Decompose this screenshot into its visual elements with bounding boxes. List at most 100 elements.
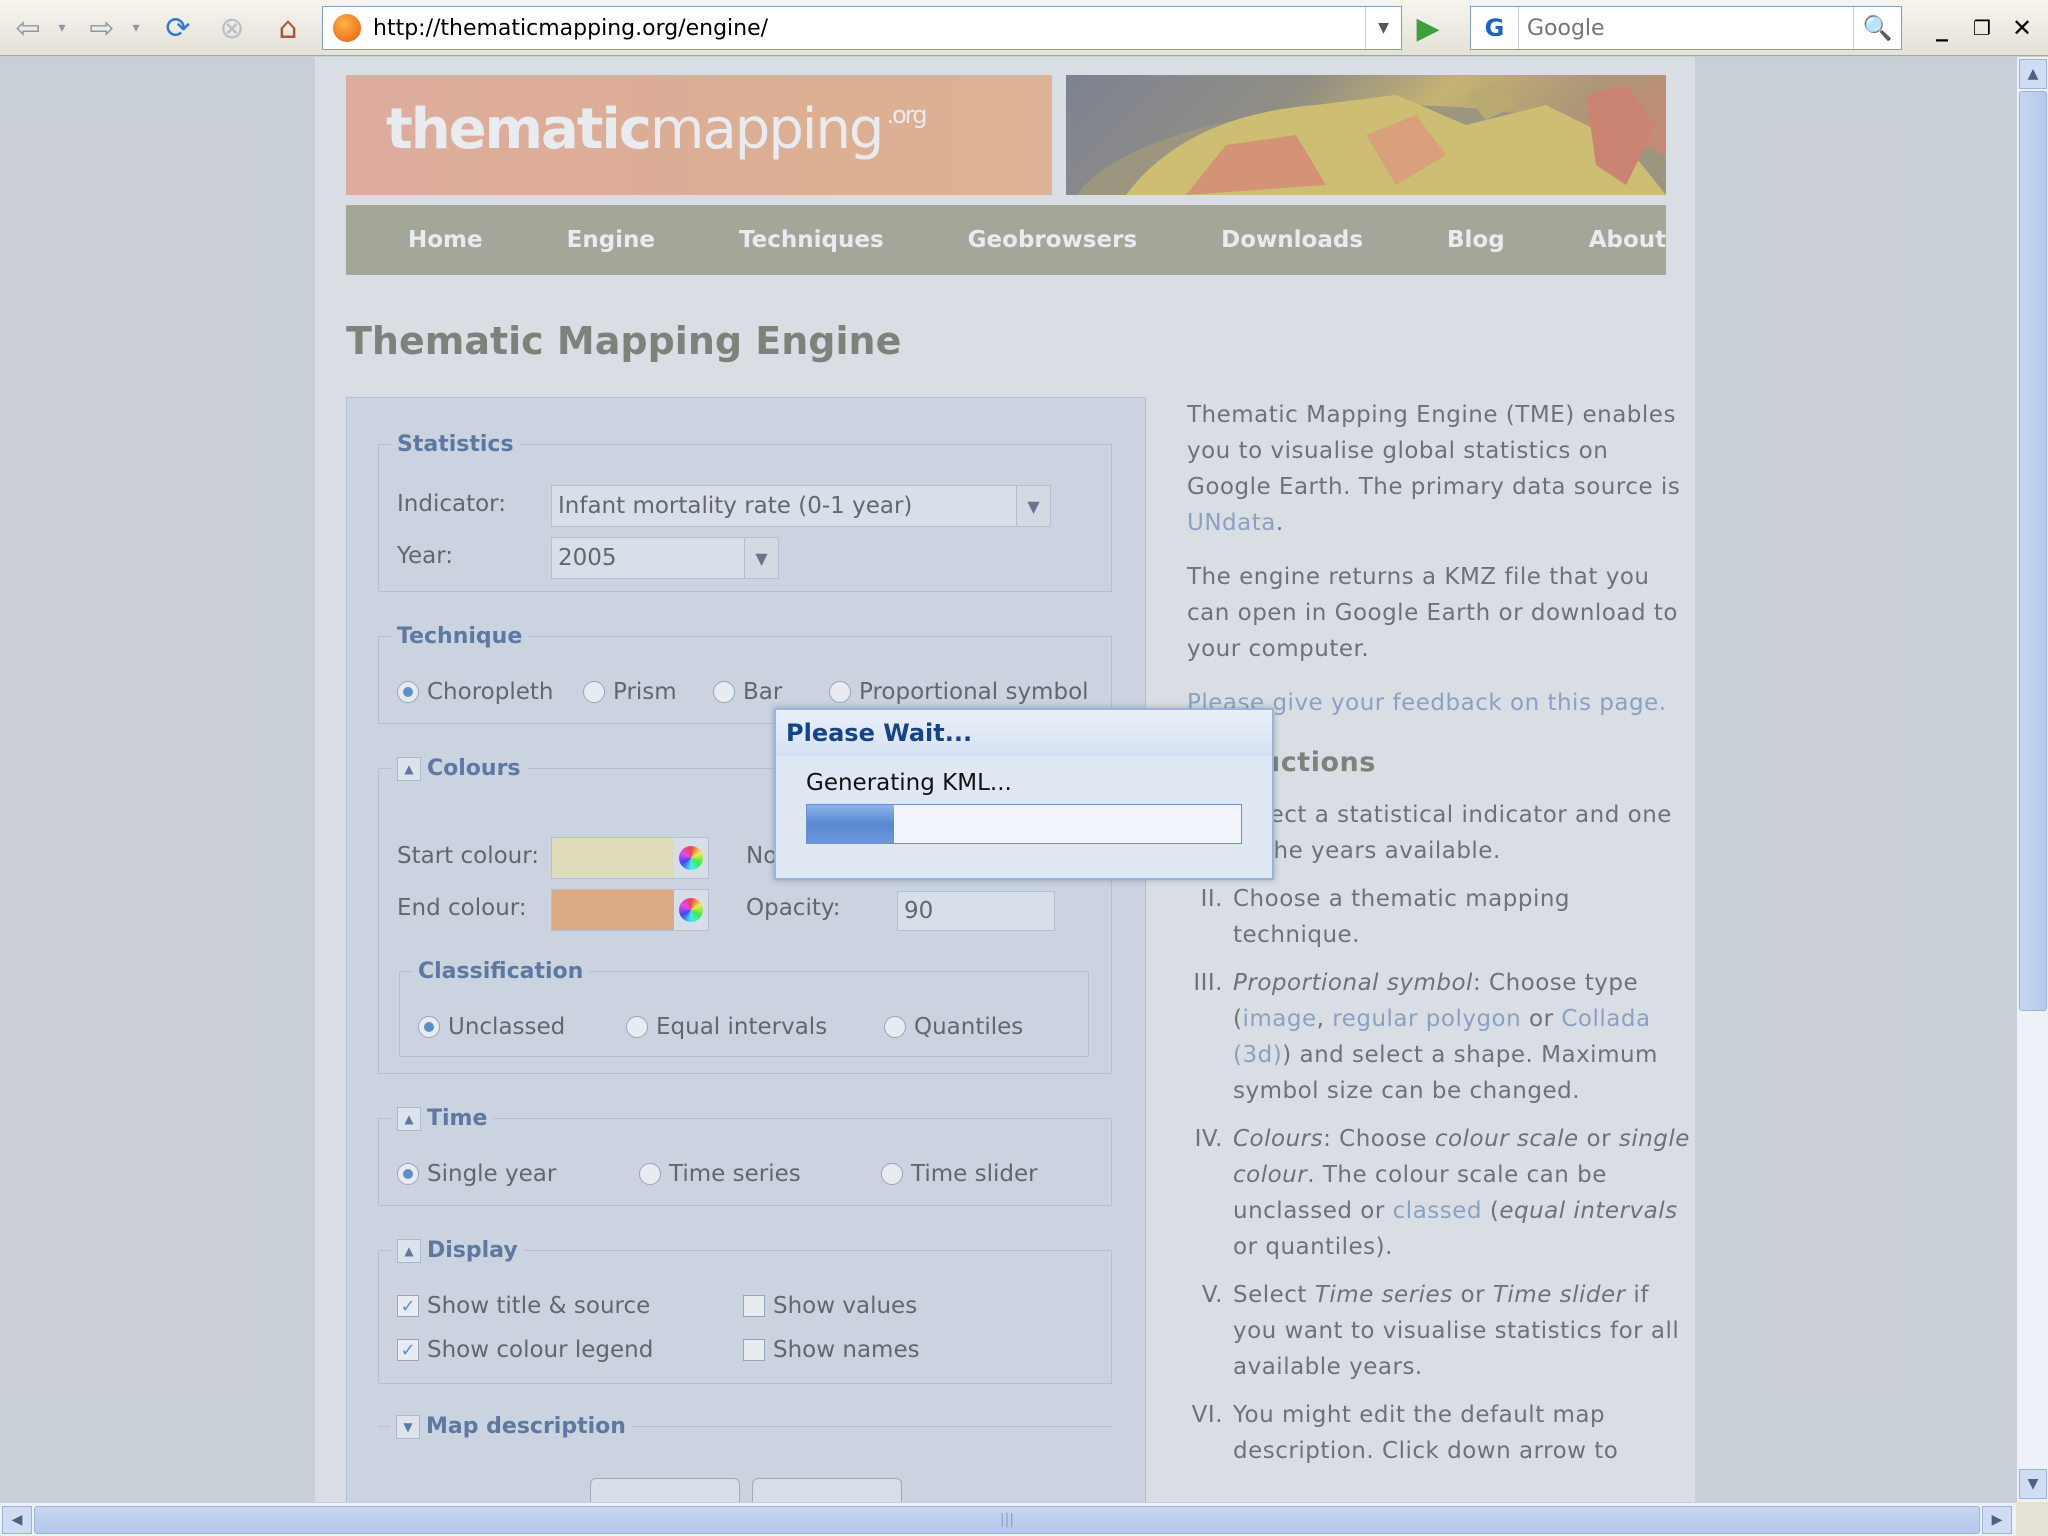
back-icon[interactable]: ⇦: [8, 10, 48, 46]
forward-icon[interactable]: ⇨: [82, 10, 122, 46]
nav-engine[interactable]: Engine: [567, 227, 655, 253]
engine-form: Statistics Indicator: Infant mortality r…: [346, 397, 1146, 1502]
regular-polygon-link[interactable]: regular polygon: [1332, 1006, 1521, 1032]
close-icon[interactable]: ✕: [2006, 12, 2038, 44]
dialog-title: Please Wait...: [776, 710, 1272, 756]
end-colour-picker[interactable]: [551, 889, 709, 931]
list-item: IV. Colours: Choose colour scale or singl…: [1194, 1126, 1690, 1260]
stop-icon[interactable]: ⊗: [212, 10, 252, 46]
kmz-paragraph: The engine returns a KMZ file that you c…: [1187, 564, 1678, 662]
technique-prism-radio[interactable]: Prism: [583, 679, 677, 705]
colours-legend[interactable]: ▲ Colours: [391, 756, 527, 781]
url-dropdown-icon[interactable]: ▼: [1365, 7, 1401, 49]
nav-geobrowsers[interactable]: Geobrowsers: [968, 227, 1137, 253]
browser-toolbar: ⇦ ▾ ⇨ ▾ ⟳ ⊗ ⌂ http://thematicmapping.org…: [0, 0, 2048, 56]
show-values-checkbox[interactable]: Show values: [743, 1293, 917, 1319]
page-title: Thematic Mapping Engine: [346, 319, 902, 363]
reset-button[interactable]: [752, 1478, 902, 1502]
collapse-up-icon: ▲: [397, 1107, 421, 1131]
site-logo[interactable]: thematicmapping .org: [386, 97, 927, 162]
please-wait-dialog: Please Wait... Generating KML...: [774, 708, 1274, 880]
progress-bar: [806, 804, 1242, 844]
horizontal-scroll-thumb[interactable]: |||: [34, 1506, 1980, 1534]
dialog-message: Generating KML...: [806, 770, 1012, 796]
end-colour-label: End colour:: [397, 895, 527, 921]
back-history-dropdown-icon[interactable]: ▾: [52, 10, 72, 46]
color-wheel-icon[interactable]: [674, 890, 708, 930]
search-bar[interactable]: G 🔍: [1470, 6, 1902, 50]
show-names-checkbox[interactable]: Show names: [743, 1337, 920, 1363]
search-input[interactable]: [1519, 15, 1853, 41]
show-title-checkbox[interactable]: ✓ Show title & source: [397, 1293, 650, 1319]
year-select[interactable]: 2005 ▼: [551, 537, 779, 579]
scroll-up-icon[interactable]: ▲: [2019, 59, 2047, 89]
scroll-right-icon[interactable]: ▶: [1982, 1506, 2012, 1534]
undata-link[interactable]: UNdata: [1187, 510, 1276, 536]
classification-equal-intervals-radio[interactable]: Equal intervals: [626, 1014, 827, 1040]
collapse-up-icon: ▲: [397, 1239, 421, 1263]
scroll-down-icon[interactable]: ▼: [2019, 1469, 2047, 1499]
display-legend[interactable]: ▲ Display: [391, 1238, 524, 1263]
time-series-radio[interactable]: Time series: [639, 1161, 801, 1187]
reload-icon[interactable]: ⟳: [158, 10, 198, 46]
chevron-down-icon[interactable]: ▼: [1016, 486, 1050, 526]
scrollbar-corner: [2016, 1502, 2048, 1536]
submit-button[interactable]: [590, 1478, 740, 1502]
globe-banner-image: [1066, 75, 1666, 195]
map-description-legend[interactable]: ▼ Map description: [390, 1414, 632, 1439]
time-fieldset: ▲ Time Single year Time series Time slide…: [378, 1106, 1112, 1206]
info-column: Thematic Mapping Engine (TME) enables yo…: [1187, 397, 1697, 1481]
site-favicon: [333, 14, 361, 42]
map-description-fieldset: ▼ Map description: [378, 1414, 1112, 1454]
search-engine-icon[interactable]: G: [1471, 7, 1519, 49]
end-colour-swatch[interactable]: [552, 890, 674, 930]
address-bar[interactable]: http://thematicmapping.org/engine/ ▼: [322, 6, 1402, 50]
indicator-label: Indicator:: [397, 491, 506, 517]
nav-blog[interactable]: Blog: [1447, 227, 1505, 253]
time-slider-radio[interactable]: Time slider: [881, 1161, 1038, 1187]
technique-legend: Technique: [397, 624, 523, 649]
technique-choropleth-radio[interactable]: Choropleth: [397, 679, 553, 705]
statistics-fieldset: Statistics Indicator: Infant mortality r…: [378, 432, 1112, 592]
site-navigation: Home Engine Techniques Geobrowsers Downl…: [346, 205, 1666, 275]
chevron-down-icon[interactable]: ▼: [744, 538, 778, 578]
nav-about[interactable]: About: [1589, 227, 1666, 253]
go-icon[interactable]: ▶: [1408, 8, 1448, 48]
classed-link[interactable]: classed: [1393, 1198, 1482, 1224]
start-colour-picker[interactable]: [551, 837, 709, 879]
time-legend[interactable]: ▲ Time: [391, 1106, 493, 1131]
technique-proportional-symbol-radio[interactable]: Proportional symbol: [829, 679, 1089, 705]
forward-history-dropdown-icon[interactable]: ▾: [126, 10, 146, 46]
opacity-input[interactable]: 90: [897, 891, 1055, 931]
search-icon[interactable]: 🔍: [1853, 7, 1901, 49]
restore-icon[interactable]: ❐: [1966, 12, 1998, 44]
nav-downloads[interactable]: Downloads: [1221, 227, 1363, 253]
indicator-value: Infant mortality rate (0-1 year): [558, 493, 913, 519]
color-wheel-icon[interactable]: [674, 838, 708, 878]
home-icon[interactable]: ⌂: [266, 10, 310, 46]
intro-paragraph: Thematic Mapping Engine (TME) enables yo…: [1187, 402, 1681, 536]
nav-home[interactable]: Home: [408, 227, 483, 253]
site-banner[interactable]: thematicmapping .org: [346, 75, 1052, 195]
classification-quantiles-radio[interactable]: Quantiles: [884, 1014, 1023, 1040]
expand-down-icon: ▼: [396, 1415, 420, 1439]
horizontal-scrollbar[interactable]: ◀ ||| ▶: [0, 1502, 2016, 1536]
display-fieldset: ▲ Display ✓ Show title & source Show value…: [378, 1238, 1112, 1384]
collapse-up-icon: ▲: [397, 757, 421, 781]
list-item: III. Proportional symbol: Choose type (im…: [1193, 970, 1658, 1104]
show-legend-checkbox[interactable]: ✓ Show colour legend: [397, 1337, 653, 1363]
minimize-icon[interactable]: _: [1926, 12, 1958, 44]
start-colour-label: Start colour:: [397, 843, 540, 869]
indicator-select[interactable]: Infant mortality rate (0-1 year) ▼: [551, 485, 1051, 527]
start-colour-swatch[interactable]: [552, 838, 674, 878]
time-single-year-radio[interactable]: Single year: [397, 1161, 556, 1187]
list-item: V. Select Time series or Time slider if y…: [1201, 1282, 1680, 1380]
scroll-left-icon[interactable]: ◀: [2, 1506, 32, 1534]
image-link[interactable]: image: [1242, 1006, 1316, 1032]
url-text[interactable]: http://thematicmapping.org/engine/: [373, 16, 1365, 41]
vertical-scroll-thumb[interactable]: [2019, 91, 2047, 1011]
vertical-scrollbar[interactable]: ▲ ▼: [2016, 57, 2048, 1502]
classification-unclassed-radio[interactable]: Unclassed: [418, 1014, 565, 1040]
nav-techniques[interactable]: Techniques: [739, 227, 884, 253]
technique-bar-radio[interactable]: Bar: [713, 679, 782, 705]
